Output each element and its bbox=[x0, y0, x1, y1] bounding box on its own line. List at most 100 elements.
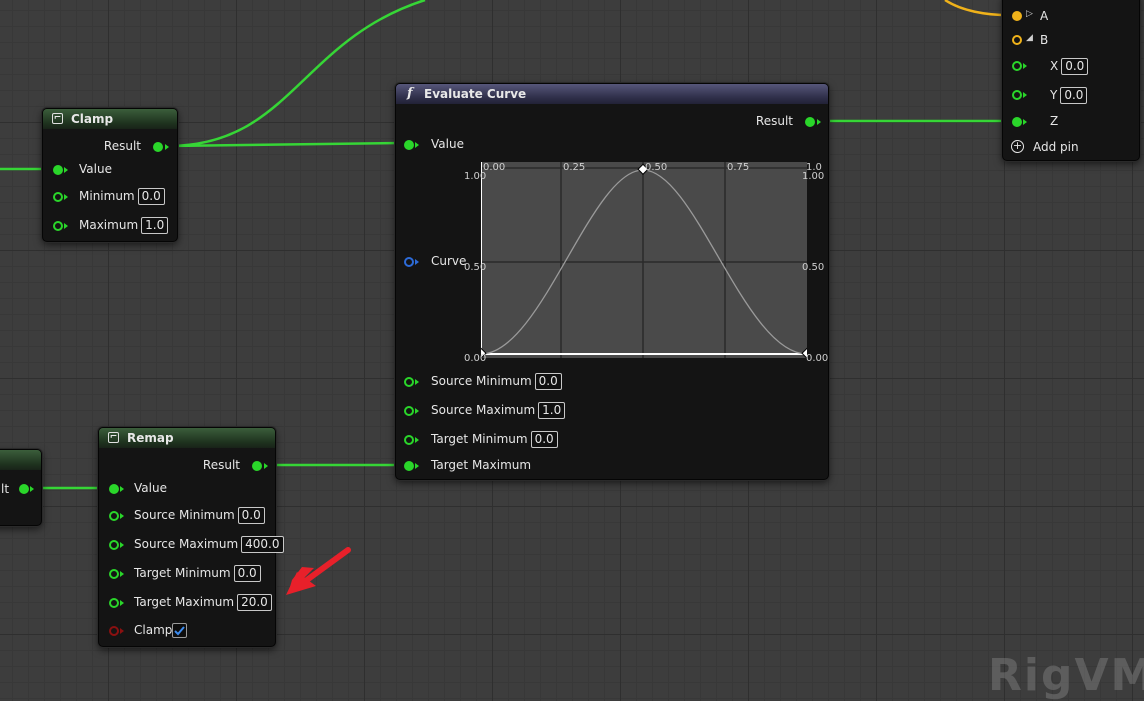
vector-x-field[interactable]: 0.0 bbox=[1061, 58, 1089, 75]
remap-src-max-label: Source Maximum bbox=[134, 537, 239, 551]
clamp-node[interactable]: ⌐ Clamp Result Value Minimum 0.0 Maximum 1… bbox=[42, 108, 178, 242]
clamp-result-pin[interactable] bbox=[153, 142, 163, 152]
remap-result-arrow bbox=[264, 463, 268, 469]
evaluate-tgt-min-arrow bbox=[415, 437, 419, 443]
vector-x-pin[interactable] bbox=[1012, 61, 1022, 71]
remap-tgt-min-pin[interactable] bbox=[109, 569, 119, 579]
vector-a-label: A bbox=[1040, 9, 1049, 23]
remap-tgt-min-arrow bbox=[120, 571, 124, 577]
evaluate-tgt-max-arrow bbox=[415, 463, 419, 469]
vector-y-pin[interactable] bbox=[1012, 90, 1022, 100]
wire-clamp-to-top bbox=[167, 0, 426, 148]
remap-tgt-min-field[interactable]: 0.0 bbox=[233, 565, 261, 582]
clamp-maximum-arrow bbox=[64, 223, 68, 229]
partial-result-label: lt bbox=[1, 482, 10, 496]
tick-y-right-bottom: 0.00 bbox=[806, 353, 829, 364]
clamp-minimum-label: Minimum bbox=[79, 189, 135, 203]
evaluate-src-max-pin[interactable] bbox=[404, 406, 414, 416]
remap-src-min-arrow bbox=[120, 513, 124, 519]
tick-x-2: 0.50 bbox=[645, 162, 668, 173]
remap-clamp-label: Clamp bbox=[134, 623, 173, 637]
clamp-maximum-field[interactable]: 1.0 bbox=[141, 217, 169, 234]
add-pin-button[interactable]: Add pin bbox=[1033, 138, 1079, 156]
vector-b-pin[interactable] bbox=[1012, 35, 1022, 45]
tick-y-bottom: 0.00 bbox=[464, 353, 487, 364]
evaluate-curve-pin[interactable] bbox=[404, 257, 414, 267]
remap-src-max-pin[interactable] bbox=[109, 540, 119, 550]
evaluate-value-label: Value bbox=[431, 137, 464, 151]
evaluate-curve-title: Evaluate Curve bbox=[424, 87, 527, 101]
clamp-title: Clamp bbox=[71, 112, 114, 126]
remap-src-max-arrow bbox=[120, 542, 124, 548]
clamp-maximum-pin[interactable] bbox=[53, 221, 63, 231]
evaluate-src-min-field[interactable]: 0.0 bbox=[534, 373, 562, 390]
partial-result-pin[interactable] bbox=[19, 484, 29, 494]
vector-y-field[interactable]: 0.0 bbox=[1060, 87, 1088, 104]
remap-value-arrow bbox=[120, 486, 124, 492]
evaluate-src-min-arrow bbox=[415, 379, 419, 385]
remap-src-min-field[interactable]: 0.0 bbox=[237, 507, 265, 524]
vector-z-arrow bbox=[1023, 119, 1027, 125]
evaluate-curve-header[interactable]: f Evaluate Curve bbox=[396, 84, 828, 104]
evaluate-curve-node[interactable]: f Evaluate Curve Result Value Curve 0.00… bbox=[395, 83, 829, 480]
tick-y-mid: 0.50 bbox=[464, 262, 487, 273]
remap-clamp-pin[interactable] bbox=[109, 626, 119, 636]
evaluate-result-arrow bbox=[817, 119, 821, 125]
partial-node-header bbox=[0, 450, 41, 470]
add-pin-icon[interactable]: + bbox=[1011, 140, 1024, 153]
remap-result-pin[interactable] bbox=[252, 461, 262, 471]
evaluate-tgt-min-pin[interactable] bbox=[404, 435, 414, 445]
curve-editor[interactable] bbox=[481, 162, 807, 358]
remap-src-max-field[interactable]: 400.0 bbox=[241, 536, 284, 553]
remap-header[interactable]: ⌐ Remap bbox=[99, 428, 275, 448]
clamp-minimum-pin[interactable] bbox=[53, 192, 63, 202]
vector-z-pin[interactable] bbox=[1012, 117, 1022, 127]
evaluate-tgt-min-label: Target Minimum bbox=[431, 432, 528, 446]
remap-tgt-max-label: Target Maximum bbox=[134, 595, 235, 609]
evaluate-src-max-field[interactable]: 1.0 bbox=[538, 402, 566, 419]
evaluate-result-pin[interactable] bbox=[805, 117, 815, 127]
function-icon: ⌐ bbox=[108, 432, 119, 443]
evaluate-src-min-pin[interactable] bbox=[404, 377, 414, 387]
evaluate-tgt-max-label: Target Maximum bbox=[431, 458, 532, 472]
remap-clamp-checkbox[interactable] bbox=[172, 623, 187, 638]
clamp-header[interactable]: ⌐ Clamp bbox=[43, 109, 177, 129]
remap-src-min-pin[interactable] bbox=[109, 511, 119, 521]
clamp-result-arrow bbox=[165, 144, 169, 150]
clamp-minimum-arrow bbox=[64, 194, 68, 200]
remap-title: Remap bbox=[127, 431, 174, 445]
expand-right-icon[interactable]: ▷ bbox=[1026, 9, 1033, 19]
vector-x-arrow bbox=[1023, 63, 1027, 69]
clamp-result-label: Result bbox=[103, 139, 141, 153]
remap-tgt-max-field[interactable]: 20.0 bbox=[237, 594, 272, 611]
tick-y-right-mid: 0.50 bbox=[802, 262, 825, 273]
evaluate-tgt-max-pin[interactable] bbox=[404, 461, 414, 471]
vector-node[interactable]: ▷ A ◢ B X 0.0 Y 0.0 Z + Add pin bbox=[1002, 0, 1140, 161]
evaluate-value-pin[interactable] bbox=[404, 140, 414, 150]
remap-node[interactable]: ⌐ Remap Result Value Source Minimum 0.0 S… bbox=[98, 427, 284, 647]
clamp-maximum-label: Maximum bbox=[79, 218, 139, 232]
remap-value-label: Value bbox=[134, 481, 167, 495]
vector-a-pin[interactable] bbox=[1012, 11, 1022, 21]
vector-z-label: Z bbox=[1050, 114, 1059, 128]
watermark-text: RigVM bbox=[988, 650, 1144, 701]
tick-x-1: 0.25 bbox=[563, 162, 586, 173]
expand-down-icon[interactable]: ◢ bbox=[1026, 33, 1033, 43]
evaluate-value-arrow bbox=[415, 142, 419, 148]
evaluate-src-min-label: Source Minimum bbox=[431, 374, 532, 388]
clamp-value-arrow bbox=[64, 167, 68, 173]
remap-tgt-min-label: Target Minimum bbox=[134, 566, 231, 580]
remap-tgt-max-pin[interactable] bbox=[109, 598, 119, 608]
clamp-minimum-field[interactable]: 0.0 bbox=[137, 188, 165, 205]
remap-tgt-max-arrow bbox=[120, 600, 124, 606]
clamp-value-pin[interactable] bbox=[53, 165, 63, 175]
remap-src-min-label: Source Minimum bbox=[134, 508, 235, 522]
evaluate-tgt-min-field[interactable]: 0.0 bbox=[530, 431, 558, 448]
partial-node-left[interactable]: lt bbox=[0, 449, 42, 526]
remap-result-label: Result bbox=[202, 458, 240, 472]
remap-clamp-arrow bbox=[120, 628, 124, 634]
function-f-icon: f bbox=[407, 86, 413, 101]
curve-graph[interactable] bbox=[481, 162, 807, 358]
remap-value-pin[interactable] bbox=[109, 484, 119, 494]
evaluate-curve-label: Curve bbox=[431, 254, 467, 268]
